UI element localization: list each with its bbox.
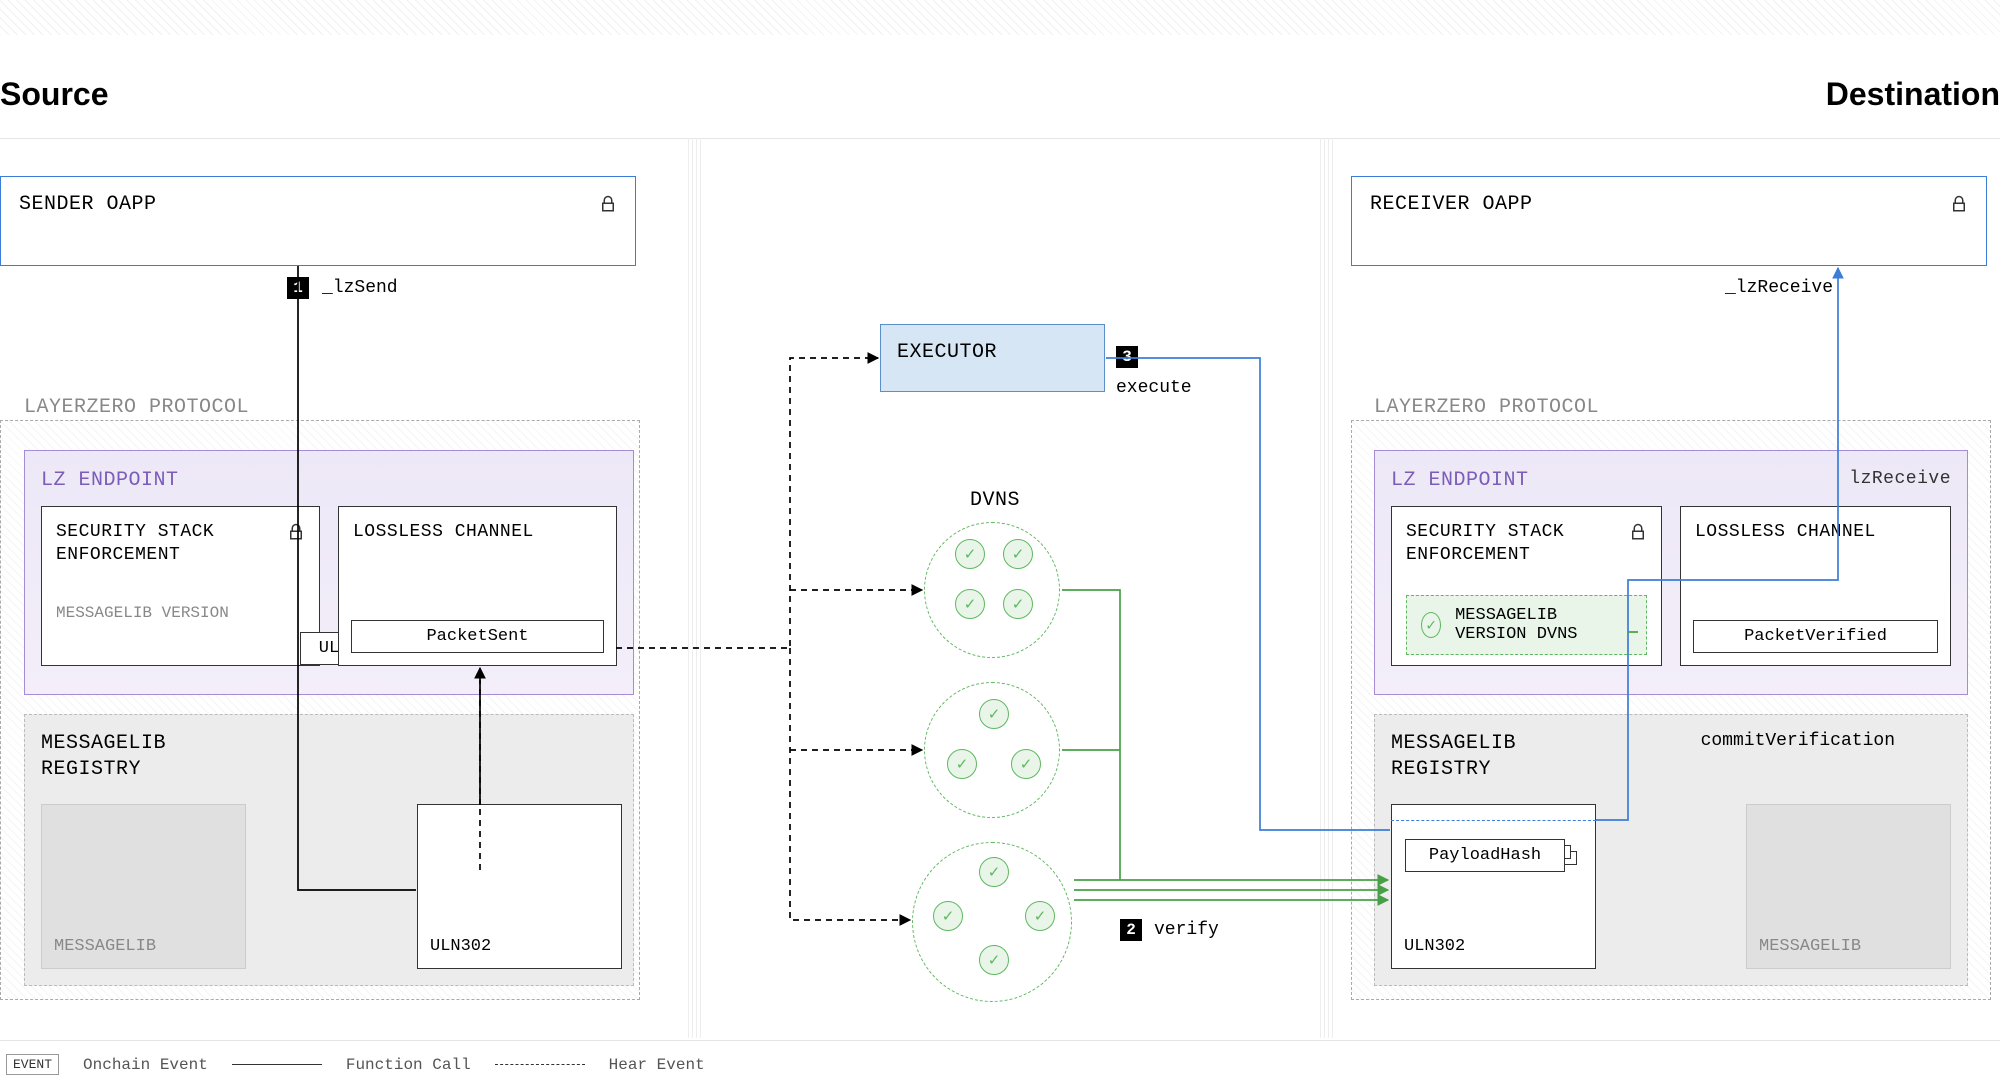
source-lossless-channel-box: LOSSLESS CHANNEL PacketSent xyxy=(338,506,617,666)
source-endpoint-label: LZ ENDPOINT xyxy=(41,469,179,492)
source-header: Source xyxy=(0,76,108,113)
source-uln302-box: ULN302 xyxy=(417,804,622,969)
destination-header: Destination xyxy=(1826,76,2000,113)
dest-registry-box: MESSAGELIB REGISTRY commitVerification U… xyxy=(1374,714,1968,986)
sender-oapp-label: SENDER OAPP xyxy=(19,193,157,216)
step-1-badge: 1 xyxy=(287,277,309,299)
packet-verified-event: PacketVerified xyxy=(1693,620,1938,653)
lzreceive-label: _lzReceive xyxy=(1725,278,1833,298)
source-security-stack-box: SECURITY STACK ENFORCEMENT MESSAGELIB VE… xyxy=(41,506,320,666)
dest-security-stack-label: SECURITY STACK ENFORCEMENT xyxy=(1406,521,1619,568)
executor-box: EXECUTOR xyxy=(880,324,1105,392)
lock-icon xyxy=(287,521,305,543)
lzreceive-action: lzReceive xyxy=(1849,469,1951,492)
dest-endpoint-box: LZ ENDPOINT lzReceive SECURITY STACK ENF… xyxy=(1374,450,1968,695)
legend-event-tag: EVENT xyxy=(6,1054,59,1075)
step-3-badge: 3 xyxy=(1116,346,1138,368)
source-messagelib-gray: MESSAGELIB xyxy=(41,804,246,969)
lossless-channel-label: LOSSLESS CHANNEL xyxy=(353,521,534,544)
packet-sent-event: PacketSent xyxy=(351,620,604,653)
lock-icon xyxy=(1629,521,1647,543)
dest-endpoint-label: LZ ENDPOINT xyxy=(1391,469,1529,492)
dvn-group-2: ✓ ✓ ✓ xyxy=(924,682,1060,818)
step-2-label: verify xyxy=(1154,920,1219,940)
legend-solid-line xyxy=(232,1064,322,1065)
lock-icon xyxy=(1950,193,1968,215)
dest-messagelib-gray: MESSAGELIB xyxy=(1746,804,1951,969)
security-stack-label: SECURITY STACK ENFORCEMENT xyxy=(56,521,277,568)
legend-dashed-line xyxy=(495,1064,585,1065)
receiver-oapp-box: RECEIVER OAPP xyxy=(1351,176,1987,266)
source-protocol-label: LAYERZERO PROTOCOL xyxy=(24,396,249,419)
legend-hear-event: Hear Event xyxy=(609,1056,705,1074)
sender-oapp-box: SENDER OAPP xyxy=(0,176,636,266)
messagelib-version-label: MESSAGELIB VERSION xyxy=(56,604,305,622)
dest-uln302-box: ULN302 xyxy=(1391,804,1596,969)
payload-hash-stack: PayloadHash xyxy=(1405,839,1575,883)
lock-icon xyxy=(599,193,617,215)
source-registry-label: MESSAGELIB REGISTRY xyxy=(41,731,201,783)
step-2-badge: 2 xyxy=(1120,919,1142,941)
commit-verification-label: commitVerification xyxy=(1701,731,1895,751)
dest-protocol-label: LAYERZERO PROTOCOL xyxy=(1374,396,1599,419)
dvn-group-1: ✓ ✓ ✓ ✓ xyxy=(924,522,1060,658)
dest-lossless-channel-label: LOSSLESS CHANNEL xyxy=(1695,521,1876,544)
source-registry-box: MESSAGELIB REGISTRY MESSAGELIB ULN302 xyxy=(24,714,634,986)
dvn-group-3: ✓ ✓ ✓ ✓ xyxy=(912,842,1072,1002)
messagelib-version-dvns-box: ✓ MESSAGELIB VERSION DVNS xyxy=(1406,595,1647,655)
payload-hash-card: PayloadHash xyxy=(1405,839,1565,872)
dvns-label: DVNS xyxy=(970,489,1020,512)
source-endpoint-box: LZ ENDPOINT SECURITY STACK ENFORCEMENT M… xyxy=(24,450,634,695)
dest-lossless-channel-box: LOSSLESS CHANNEL PacketVerified xyxy=(1680,506,1951,666)
legend: EVENT Onchain Event Function Call Hear E… xyxy=(0,1040,2000,1088)
step-3-label: execute xyxy=(1116,378,1192,398)
dest-security-stack-box: SECURITY STACK ENFORCEMENT ✓ MESSAGELIB … xyxy=(1391,506,1662,666)
receiver-oapp-label: RECEIVER OAPP xyxy=(1370,193,1533,216)
check-icon: ✓ xyxy=(1421,612,1441,638)
step-1-label: _lzSend xyxy=(322,278,398,298)
dest-registry-label: MESSAGELIB REGISTRY xyxy=(1391,731,1551,783)
legend-onchain: Onchain Event xyxy=(83,1056,208,1074)
legend-fn-call: Function Call xyxy=(346,1056,471,1074)
